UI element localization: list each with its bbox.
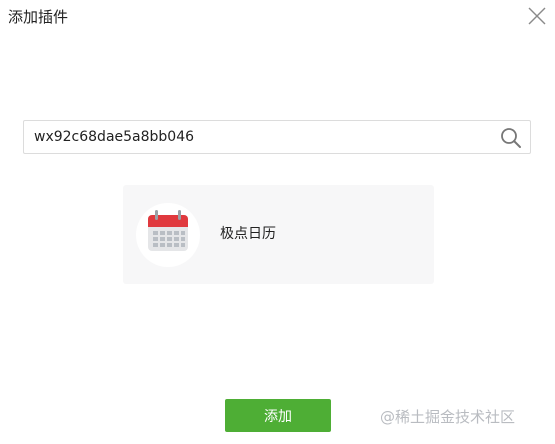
search-icon[interactable] bbox=[499, 126, 523, 150]
close-icon[interactable] bbox=[526, 5, 548, 27]
add-button[interactable]: 添加 bbox=[225, 399, 331, 432]
dialog-title: 添加插件 bbox=[8, 8, 69, 26]
calendar-icon bbox=[135, 202, 201, 268]
watermark-text: @稀土掘金技术社区 bbox=[380, 408, 516, 426]
search-input[interactable] bbox=[34, 121, 489, 153]
plugin-result-card[interactable]: 极点日历 bbox=[123, 185, 434, 284]
plugin-name: 极点日历 bbox=[220, 226, 276, 242]
search-box bbox=[23, 120, 531, 154]
add-plugin-dialog: 添加插件 wx92c68dae5a8bb046 极点日历 添加 @稀土掘金技术社… bbox=[0, 0, 555, 444]
